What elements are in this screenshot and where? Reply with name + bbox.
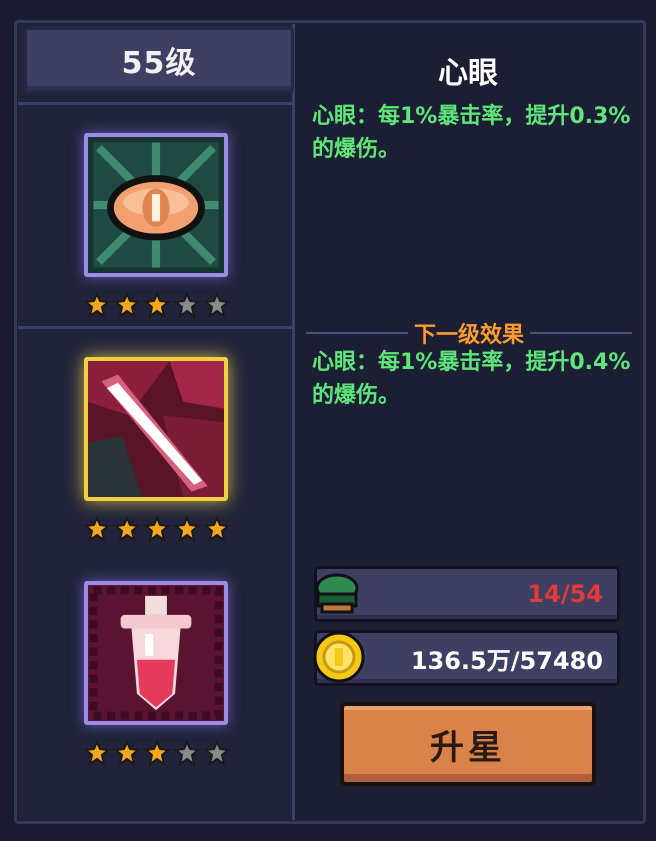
divider-line: [530, 332, 633, 334]
star-rating: [84, 516, 230, 542]
gold-amount: 136.5万/57480: [410, 646, 603, 675]
star-filled-icon: [144, 516, 170, 542]
eye-icon: [88, 137, 224, 273]
next-effect-text: 心眼：每1%暴击率，提升0.4%的爆伤。: [312, 350, 631, 408]
upgrade-star-button[interactable]: 升星: [340, 702, 596, 786]
column-divider: [18, 102, 292, 105]
potion-sword-icon: [88, 585, 224, 721]
next-level-header: 下一级效果: [306, 318, 633, 348]
star-filled-icon: [174, 516, 200, 542]
gold-coin-icon: [313, 631, 365, 683]
level-badge: 55级: [24, 27, 294, 93]
column-divider: [18, 326, 292, 329]
star-rating: [84, 740, 230, 766]
skill-slot-eye[interactable]: [84, 133, 228, 277]
star-empty-icon: [174, 292, 200, 318]
next-level-label: 下一级效果: [414, 323, 525, 348]
star-filled-icon: [84, 516, 110, 542]
star-filled-icon: [84, 740, 110, 766]
star-empty-icon: [204, 740, 230, 766]
star-rating: [84, 292, 230, 318]
star-filled-icon: [84, 292, 110, 318]
star-filled-icon: [144, 740, 170, 766]
material-count: 14/54: [527, 580, 603, 608]
star-filled-icon: [144, 292, 170, 318]
star-filled-icon: [114, 740, 140, 766]
star-filled-icon: [204, 516, 230, 542]
skill-slot-potion[interactable]: [84, 581, 228, 725]
current-effect-text: 心眼：每1%暴击率，提升0.3%的爆伤。: [312, 104, 631, 162]
skill-title: 心眼: [438, 56, 498, 91]
star-empty-icon: [174, 740, 200, 766]
blade-slash-icon: [88, 361, 224, 497]
divider-line: [306, 332, 408, 334]
green-material-icon: [315, 573, 359, 614]
star-filled-icon: [114, 516, 140, 542]
star-empty-icon: [204, 292, 230, 318]
skill-slot-blade[interactable]: [84, 357, 228, 501]
star-filled-icon: [114, 292, 140, 318]
